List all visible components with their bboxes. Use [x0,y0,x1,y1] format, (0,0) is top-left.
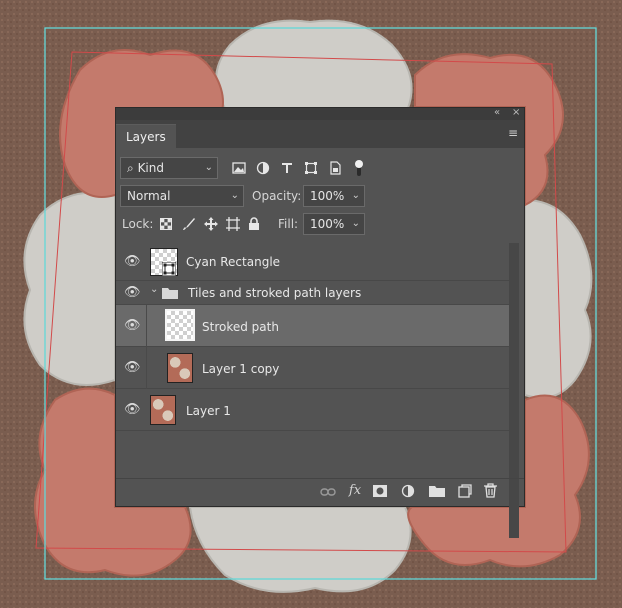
lock-all-icon[interactable] [248,217,260,231]
new-layer-icon[interactable] [458,484,472,498]
shape-layer-badge-icon [162,262,176,276]
blend-mode-value: Normal [127,189,171,203]
eye-icon[interactable]: 👁︎ [124,318,141,333]
panel-tab-bar: Layers ≡ [116,120,524,149]
eye-icon[interactable]: 👁︎ [124,360,141,375]
lock-position-icon[interactable] [204,217,218,231]
fill-label: Fill: [278,217,299,231]
search-icon: ⌕ [127,161,134,175]
adjustment-layer-icon[interactable] [401,484,415,498]
filter-kind-label: Kind [137,161,164,175]
layer-row-layer-1[interactable]: 👁︎ Layer 1 [116,389,509,431]
folder-icon [162,288,178,299]
eye-icon[interactable]: 👁︎ [124,254,141,269]
filter-kind-dropdown[interactable]: ⌕ Kind ⌄ [120,157,218,179]
fill-input[interactable]: 100% ⌄ [303,213,365,235]
delete-layer-icon[interactable] [484,483,497,498]
new-group-icon[interactable] [429,485,445,497]
image-filter-icon[interactable] [232,161,246,175]
layer-thumbnail [167,353,193,383]
group-indent-line [146,305,147,347]
layer-row-stroked-path[interactable]: 👁︎ Stroked path [116,305,509,347]
chevron-down-icon[interactable]: ⌄ [352,214,360,234]
opacity-input[interactable]: 100% ⌄ [303,185,365,207]
layer-row-cyan-rectangle[interactable]: 👁︎ Cyan Rectangle [116,243,509,281]
lock-image-pixels-icon[interactable] [182,217,196,231]
eye-icon[interactable]: 👁︎ [124,285,141,300]
panel-menu-icon[interactable]: ≡ [508,126,518,140]
chevron-down-icon: ⌄ [230,190,239,201]
layer-name[interactable]: Cyan Rectangle [186,255,280,269]
layer-row-layer-1-copy[interactable]: 👁︎ Layer 1 copy [116,347,509,389]
eye-icon[interactable]: 👁︎ [124,402,141,417]
add-mask-icon[interactable] [373,485,387,497]
group-indent-line [146,347,147,389]
blend-mode-dropdown[interactable]: Normal ⌄ [120,185,244,207]
panel-footer: fx [116,478,524,507]
blend-row: Normal ⌄ Opacity: 100% ⌄ [116,185,524,209]
fill-value: 100% [310,217,345,231]
opacity-value: 100% [310,189,345,203]
layer-thumbnail [165,309,195,341]
smart-object-filter-icon[interactable] [328,161,342,175]
lock-row: Lock: Fill: 100% ⌄ [116,213,524,237]
layers-panel: « × Layers ≡ ⌕ Kind ⌄ Normal ⌄ Opacity: … [115,106,525,538]
filter-row: ⌕ Kind ⌄ [116,157,524,181]
layer-name[interactable]: Layer 1 [186,404,231,418]
panel-title-bar[interactable]: « × [116,106,524,120]
adjustment-filter-icon[interactable] [256,161,270,175]
close-panel-icon[interactable]: × [512,106,520,120]
lock-transparent-pixels-icon[interactable] [160,218,172,230]
filter-toggle-icon[interactable] [354,159,364,177]
lock-label: Lock: [122,217,154,231]
opacity-label: Opacity: [252,189,302,203]
layer-thumbnail [150,395,176,425]
layer-name[interactable]: Layer 1 copy [202,362,279,376]
chevron-down-icon[interactable]: ⌄ [150,284,158,295]
shape-filter-icon[interactable] [304,161,318,175]
chevron-down-icon: ⌄ [204,162,213,173]
fx-icon[interactable]: fx [346,482,364,500]
layer-name[interactable]: Stroked path [202,320,279,334]
layer-name[interactable]: Tiles and stroked path layers [188,286,361,300]
layer-row-group[interactable]: 👁︎ ⌄ Tiles and stroked path layers [116,281,509,305]
lock-artboard-icon[interactable] [226,217,240,231]
tab-layers[interactable]: Layers [116,124,176,149]
link-layers-icon[interactable] [320,486,336,498]
collapse-panel-icon[interactable]: « [494,106,500,120]
type-filter-icon[interactable] [280,161,294,175]
chevron-down-icon[interactable]: ⌄ [352,186,360,206]
